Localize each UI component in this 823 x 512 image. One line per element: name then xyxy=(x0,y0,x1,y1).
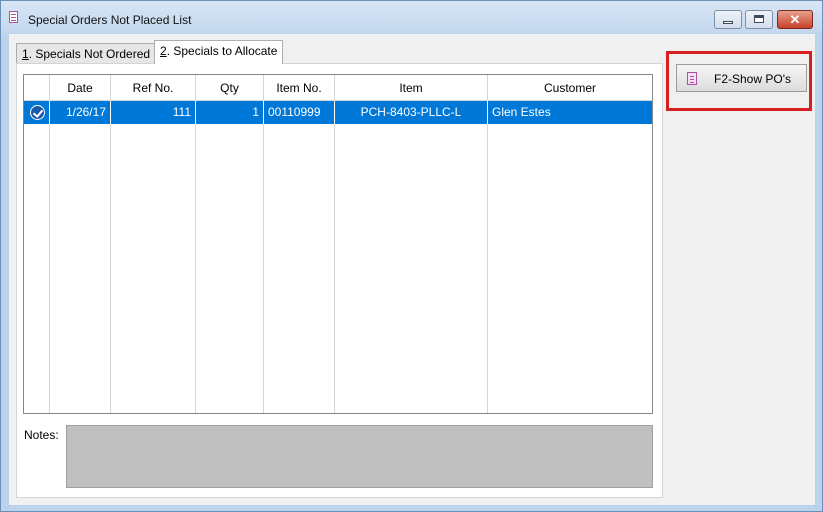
app-icon xyxy=(9,11,18,23)
column-divider xyxy=(195,101,196,413)
column-header-select[interactable] xyxy=(24,75,50,101)
column-divider xyxy=(487,101,488,413)
column-header-qty[interactable]: Qty xyxy=(196,75,264,101)
column-divider xyxy=(334,101,335,413)
column-divider xyxy=(110,101,111,413)
show-pos-label: F2-Show PO's xyxy=(714,72,791,86)
cell-item: PCH-8403-PLLC-L xyxy=(335,101,488,124)
cell-date: 1/26/17 xyxy=(50,101,111,124)
cell-ref-no: 111 xyxy=(111,101,196,124)
tab-key: 2 xyxy=(160,44,167,58)
row-select-cell[interactable] xyxy=(24,101,50,124)
column-header-date[interactable]: Date xyxy=(50,75,111,101)
close-icon: ✕ xyxy=(789,12,801,27)
checkmark-circle-icon xyxy=(30,105,45,120)
client-area: 1. Specials Not Ordered 2. Specials to A… xyxy=(9,34,815,505)
close-button[interactable]: ✕ xyxy=(777,10,813,29)
minimize-button[interactable] xyxy=(714,10,742,29)
notes-label: Notes: xyxy=(24,428,59,442)
orders-grid[interactable]: Date Ref No. Qty Item No. Item Customer … xyxy=(23,74,653,414)
column-header-customer[interactable]: Customer xyxy=(488,75,652,101)
tab-label: . Specials Not Ordered xyxy=(28,47,151,61)
cell-qty: 1 xyxy=(196,101,264,124)
notes-field[interactable] xyxy=(66,425,653,488)
window-title: Special Orders Not Placed List xyxy=(28,13,192,27)
cell-customer: Glen Estes xyxy=(492,105,551,119)
maximize-icon xyxy=(754,15,764,23)
tab-specials-to-allocate[interactable]: 2. Specials to Allocate xyxy=(154,40,284,64)
title-bar[interactable]: Special Orders Not Placed List ✕ xyxy=(1,1,822,33)
column-header-item[interactable]: Item xyxy=(335,75,488,101)
cell-item-no: 00110999 xyxy=(264,101,335,124)
column-header-item-no[interactable]: Item No. xyxy=(264,75,335,101)
document-icon xyxy=(687,72,697,85)
tab-specials-not-ordered[interactable]: 1. Specials Not Ordered xyxy=(16,43,157,63)
table-row[interactable]: 1/26/17 111 1 00110999 PCH-8403-PLLC-L G… xyxy=(24,101,652,124)
column-header-ref-no[interactable]: Ref No. xyxy=(111,75,196,101)
main-window: Special Orders Not Placed List ✕ 1. Spec… xyxy=(0,0,823,512)
column-divider xyxy=(263,101,264,413)
tab-key: 1 xyxy=(22,47,29,61)
maximize-button[interactable] xyxy=(745,10,773,29)
show-pos-button[interactable]: F2-Show PO's xyxy=(676,64,807,92)
column-divider xyxy=(49,101,50,413)
minimize-icon xyxy=(723,21,733,24)
tab-label: . Specials to Allocate xyxy=(166,44,278,58)
